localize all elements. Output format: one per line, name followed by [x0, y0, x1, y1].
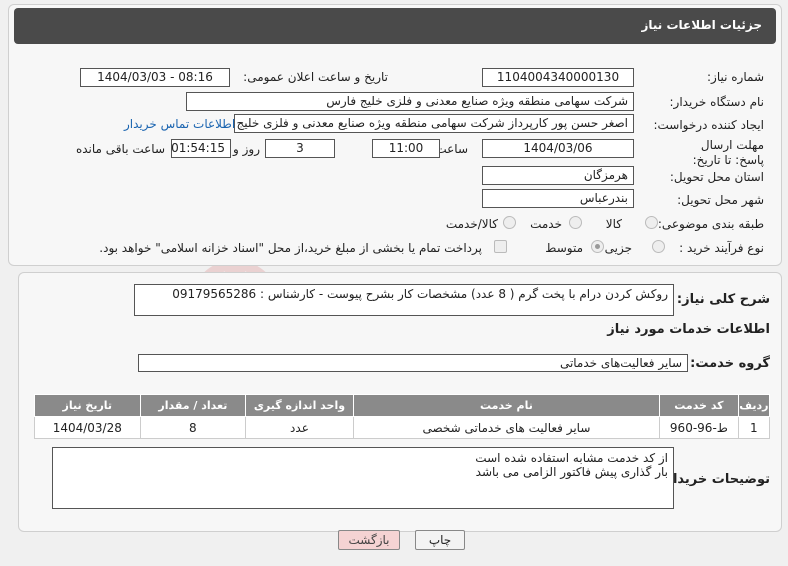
- category-service-radio[interactable]: [569, 216, 582, 229]
- col-quantity: تعداد / مقدار: [139, 394, 247, 417]
- deadline-time-label: ساعت: [435, 142, 468, 156]
- province-field[interactable]: هرمزگان: [482, 166, 634, 185]
- buyer-notes-label: توضیحات خریدار:: [660, 472, 770, 487]
- category-goods-service-radio[interactable]: [503, 216, 516, 229]
- buyer-notes-line-1: از کد خدمت مشابه استفاده شده است: [475, 451, 668, 465]
- back-button[interactable]: بازگشت: [338, 530, 400, 550]
- cell-service-name: سایر فعالیت های خدماتی شخصی: [352, 416, 661, 439]
- print-button[interactable]: چاپ: [415, 530, 465, 550]
- remaining-time-field[interactable]: 01:54:15: [171, 139, 231, 158]
- cell-unit: عدد: [245, 416, 354, 439]
- page-title: جزئیات اطلاعات نیاز: [641, 18, 762, 32]
- deadline-date-field[interactable]: 1404/03/06: [482, 139, 634, 158]
- announce-label: تاریخ و ساعت اعلان عمومی:: [243, 70, 388, 84]
- buyer-org-label: نام دستگاه خریدار:: [669, 95, 765, 109]
- days-field[interactable]: 3: [265, 139, 335, 158]
- creator-label: ایجاد کننده درخواست:: [653, 118, 764, 132]
- table-row[interactable]: 1 ط-96-960 سایر فعالیت های خدماتی شخصی ع…: [34, 416, 771, 439]
- buyer-notes-field[interactable]: از کد خدمت مشابه استفاده شده است بار گذا…: [52, 447, 674, 509]
- col-unit: واحد اندازه گیری: [245, 394, 354, 417]
- col-service-code: کد خدمت: [659, 394, 739, 417]
- process-medium-radio[interactable]: [591, 240, 604, 253]
- cell-row-number: 1: [737, 416, 771, 439]
- cell-quantity: 8: [139, 416, 247, 439]
- cell-service-code: ط-96-960: [659, 416, 739, 439]
- remaining-label: ساعت باقی مانده: [75, 142, 165, 156]
- days-label: روز و: [233, 142, 260, 156]
- buyer-org-field[interactable]: شرکت سهامی منطقه ویژه صنایع معدنی و فلزی…: [186, 92, 634, 111]
- category-goods-radio[interactable]: [645, 216, 658, 229]
- treasury-payment-checkbox[interactable]: [494, 240, 507, 253]
- category-goods-label: کالا: [605, 217, 622, 231]
- process-medium-label: متوسط: [545, 241, 583, 255]
- table-header-row: ردیف کد خدمت نام خدمت واحد اندازه گیری ت…: [34, 394, 771, 417]
- need-summary-label: شرح کلی نیاز:: [676, 292, 770, 307]
- process-minor-label: جزیی: [604, 241, 632, 255]
- process-label: نوع فرآیند خرید :: [679, 241, 764, 255]
- province-label: استان محل تحویل:: [669, 170, 764, 184]
- cell-need-date: 1404/03/28: [34, 416, 141, 439]
- page-header: جزئیات اطلاعات نیاز: [14, 8, 776, 44]
- col-need-date: تاریخ نیاز: [34, 394, 141, 417]
- city-field[interactable]: بندرعباس: [482, 189, 634, 208]
- city-label: شهر محل تحویل:: [677, 193, 764, 207]
- treasury-payment-note: پرداخت تمام یا بخشی از مبلغ خرید،از محل …: [99, 241, 482, 255]
- service-group-field[interactable]: سایر فعالیت‌های خدماتی: [138, 354, 688, 372]
- deadline-label: مهلت ارسال پاسخ: تا تاریخ:: [692, 138, 764, 167]
- col-service-name: نام خدمت: [352, 394, 661, 417]
- col-row-number: ردیف: [737, 394, 771, 417]
- service-group-label: گروه خدمت:: [690, 356, 770, 371]
- buyer-notes-line-2: بار گذاری پیش فاکتور الزامی می باشد: [475, 465, 668, 479]
- category-goods-service-label: کالا/خدمت: [445, 217, 498, 231]
- category-service-label: خدمت: [530, 217, 562, 231]
- buyer-contact-link[interactable]: اطلاعات تماس خریدار: [124, 117, 235, 131]
- category-label: طبقه بندی موضوعی:: [657, 217, 764, 231]
- need-number-label: شماره نیاز:: [707, 70, 764, 84]
- creator-field[interactable]: اصغر حسن پور کارپرداز شرکت سهامی منطقه و…: [234, 114, 634, 133]
- process-minor-radio[interactable]: [652, 240, 665, 253]
- need-summary-field[interactable]: روکش کردن درام با پخت گرم ( 8 عدد) مشخصا…: [134, 284, 674, 316]
- announce-datetime-field[interactable]: 1404/03/03 - 08:16: [80, 68, 230, 87]
- services-title: اطلاعات خدمات مورد نیاز: [607, 322, 770, 337]
- deadline-time-field[interactable]: 11:00: [372, 139, 440, 158]
- need-number-field[interactable]: 1104004340000130: [482, 68, 634, 87]
- services-table: ردیف کد خدمت نام خدمت واحد اندازه گیری ت…: [34, 394, 771, 439]
